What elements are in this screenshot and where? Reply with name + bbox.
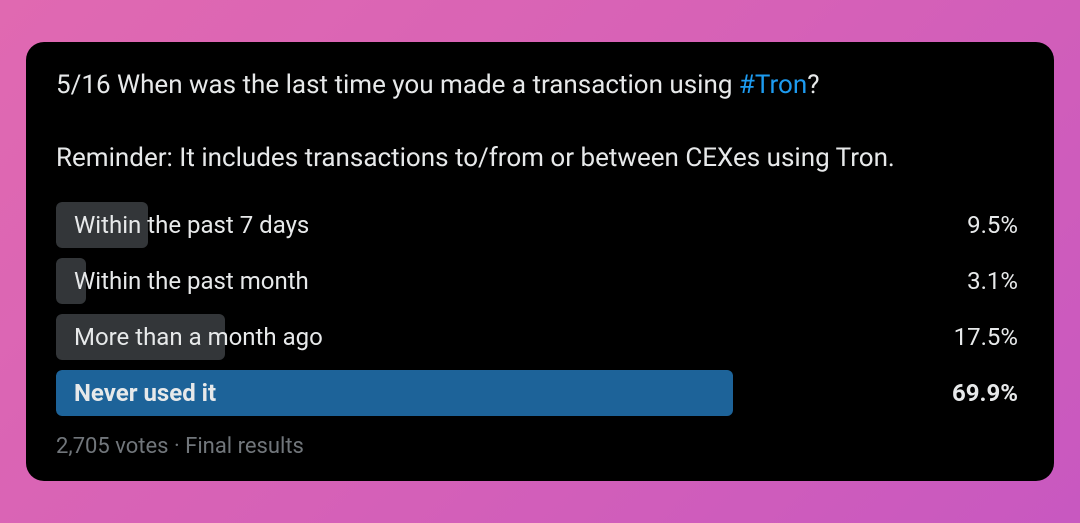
poll-option-percent: 17.5% — [954, 323, 1024, 351]
poll-option-percent: 9.5% — [967, 211, 1024, 239]
poll-options: Within the past 7 days 9.5% Within the p… — [56, 202, 1024, 416]
poll-option-label: Within the past month — [56, 267, 967, 295]
poll-reminder: Reminder: It includes transactions to/fr… — [56, 141, 1024, 176]
poll-option-label: Within the past 7 days — [56, 211, 967, 239]
poll-option[interactable]: Never used it 69.9% — [56, 370, 1024, 416]
poll-option-percent: 69.9% — [952, 379, 1024, 407]
poll-option[interactable]: More than a month ago 17.5% — [56, 314, 1024, 360]
question-suffix: ? — [807, 70, 819, 100]
poll-card: 5/16 When was the last time you made a t… — [26, 42, 1054, 481]
hashtag-link[interactable]: #Tron — [739, 70, 807, 100]
poll-option-label: More than a month ago — [56, 323, 954, 351]
poll-option[interactable]: Within the past 7 days 9.5% — [56, 202, 1024, 248]
poll-option[interactable]: Within the past month 3.1% — [56, 258, 1024, 304]
poll-question: 5/16 When was the last time you made a t… — [56, 68, 1024, 103]
poll-option-percent: 3.1% — [967, 267, 1024, 295]
poll-option-label: Never used it — [56, 379, 952, 407]
question-prefix: 5/16 When was the last time you made a t… — [56, 70, 739, 100]
poll-footer: 2,705 votes · Final results — [56, 434, 1024, 459]
